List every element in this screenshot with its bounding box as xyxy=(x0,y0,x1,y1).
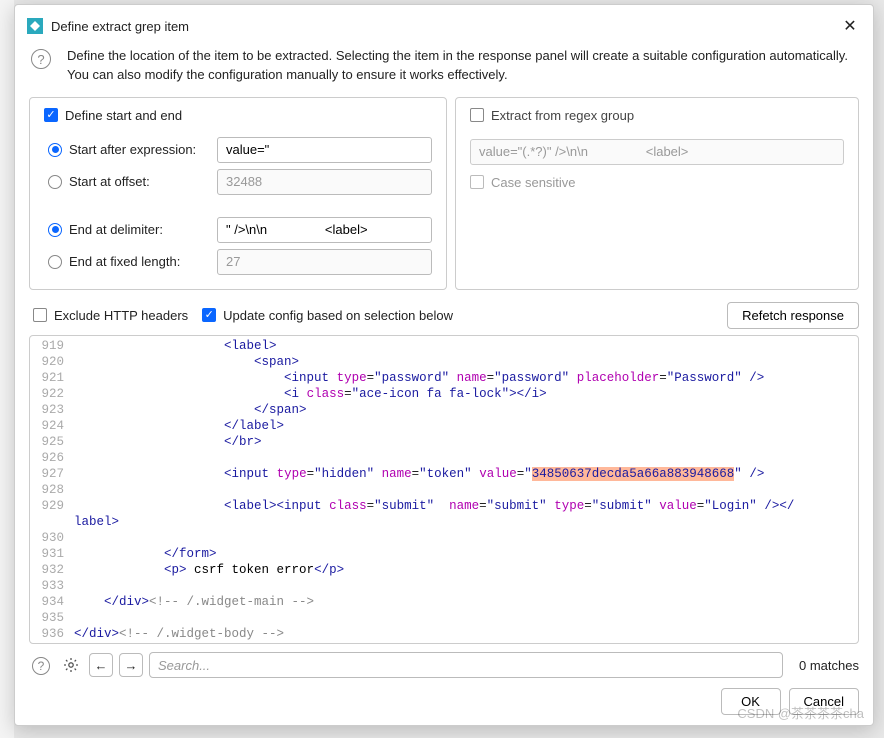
code-line[interactable]: 923 </span> xyxy=(30,402,858,418)
code-line[interactable]: 934 </div><!-- /.widget-main --> xyxy=(30,594,858,610)
dialog-title: Define extract grep item xyxy=(51,19,189,34)
titlebar: Define extract grep item ✕ xyxy=(25,13,863,43)
match-count: 0 matches xyxy=(799,658,859,673)
intro-row: ? Define the location of the item to be … xyxy=(25,43,863,97)
case-sensitive-label: Case sensitive xyxy=(491,175,576,190)
refetch-button[interactable]: Refetch response xyxy=(727,302,859,329)
exclude-headers-label: Exclude HTTP headers xyxy=(54,308,188,323)
intro-text: Define the location of the item to be ex… xyxy=(67,47,857,85)
help-icon[interactable]: ? xyxy=(31,49,51,69)
background-fragments xyxy=(0,0,14,738)
end-fixed-input[interactable] xyxy=(217,249,432,275)
code-line[interactable]: 935 xyxy=(30,610,858,626)
regex-panel: Extract from regex group Case sensitive xyxy=(455,97,859,290)
code-line[interactable]: 933 xyxy=(30,578,858,594)
end-delim-label: End at delimiter: xyxy=(69,222,217,237)
end-delim-input[interactable] xyxy=(217,217,432,243)
close-button[interactable]: ✕ xyxy=(839,15,861,37)
case-sensitive-checkbox[interactable] xyxy=(470,175,484,189)
start-after-input[interactable] xyxy=(217,137,432,163)
end-delim-radio[interactable] xyxy=(48,223,62,237)
exclude-headers-checkbox[interactable] xyxy=(33,308,47,322)
start-offset-radio[interactable] xyxy=(48,175,62,189)
code-line[interactable]: 925 </br> xyxy=(30,434,858,450)
start-offset-label: Start at offset: xyxy=(69,174,217,189)
ok-button[interactable]: OK xyxy=(721,688,781,715)
code-line[interactable]: 931 </form> xyxy=(30,546,858,562)
footer: OK Cancel xyxy=(25,682,863,715)
start-after-label: Start after expression: xyxy=(69,142,217,157)
dialog-window: Define extract grep item ✕ ? Define the … xyxy=(14,4,874,726)
end-fixed-radio[interactable] xyxy=(48,255,62,269)
code-line[interactable]: 921 <input type="password" name="passwor… xyxy=(30,370,858,386)
regex-input[interactable] xyxy=(470,139,844,165)
start-after-radio[interactable] xyxy=(48,143,62,157)
update-config-checkbox[interactable] xyxy=(202,308,216,322)
code-line[interactable]: 930 xyxy=(30,530,858,546)
code-line[interactable]: 924 </label> xyxy=(30,418,858,434)
code-line[interactable]: 932 <p> csrf token error</p> xyxy=(30,562,858,578)
define-start-end-checkbox[interactable] xyxy=(44,108,58,122)
code-line[interactable]: 937 xyxy=(30,642,858,644)
app-icon xyxy=(27,18,43,34)
bottom-toolbar: ? ← → Search... 0 matches xyxy=(25,644,863,682)
options-row: Exclude HTTP headers Update config based… xyxy=(25,290,863,335)
code-line[interactable]: 927 <input type="hidden" name="token" va… xyxy=(30,466,858,482)
code-line[interactable]: 929 <label><input class="submit" name="s… xyxy=(30,498,858,530)
code-line[interactable]: 928 xyxy=(30,482,858,498)
update-config-label: Update config based on selection below xyxy=(223,308,453,323)
response-code-panel[interactable]: 919 <label>920 <span>921 <input type="pa… xyxy=(29,335,859,644)
regex-checkbox[interactable] xyxy=(470,108,484,122)
help-icon-small[interactable]: ? xyxy=(29,653,53,677)
code-line[interactable]: 926 xyxy=(30,450,858,466)
code-line[interactable]: 922 <i class="ace-icon fa fa-lock"></i> xyxy=(30,386,858,402)
regex-fieldset-label: Extract from regex group xyxy=(491,108,634,123)
start-offset-input[interactable] xyxy=(217,169,432,195)
define-start-end-panel: Define start and end Start after express… xyxy=(29,97,447,290)
search-input[interactable]: Search... xyxy=(149,652,783,678)
settings-icon[interactable] xyxy=(59,653,83,677)
define-start-end-label: Define start and end xyxy=(65,108,182,123)
prev-match-button[interactable]: ← xyxy=(89,653,113,677)
code-line[interactable]: 920 <span> xyxy=(30,354,858,370)
code-line[interactable]: 936</div><!-- /.widget-body --> xyxy=(30,626,858,642)
end-fixed-label: End at fixed length: xyxy=(69,254,217,269)
code-line[interactable]: 919 <label> xyxy=(30,338,858,354)
cancel-button[interactable]: Cancel xyxy=(789,688,859,715)
next-match-button[interactable]: → xyxy=(119,653,143,677)
